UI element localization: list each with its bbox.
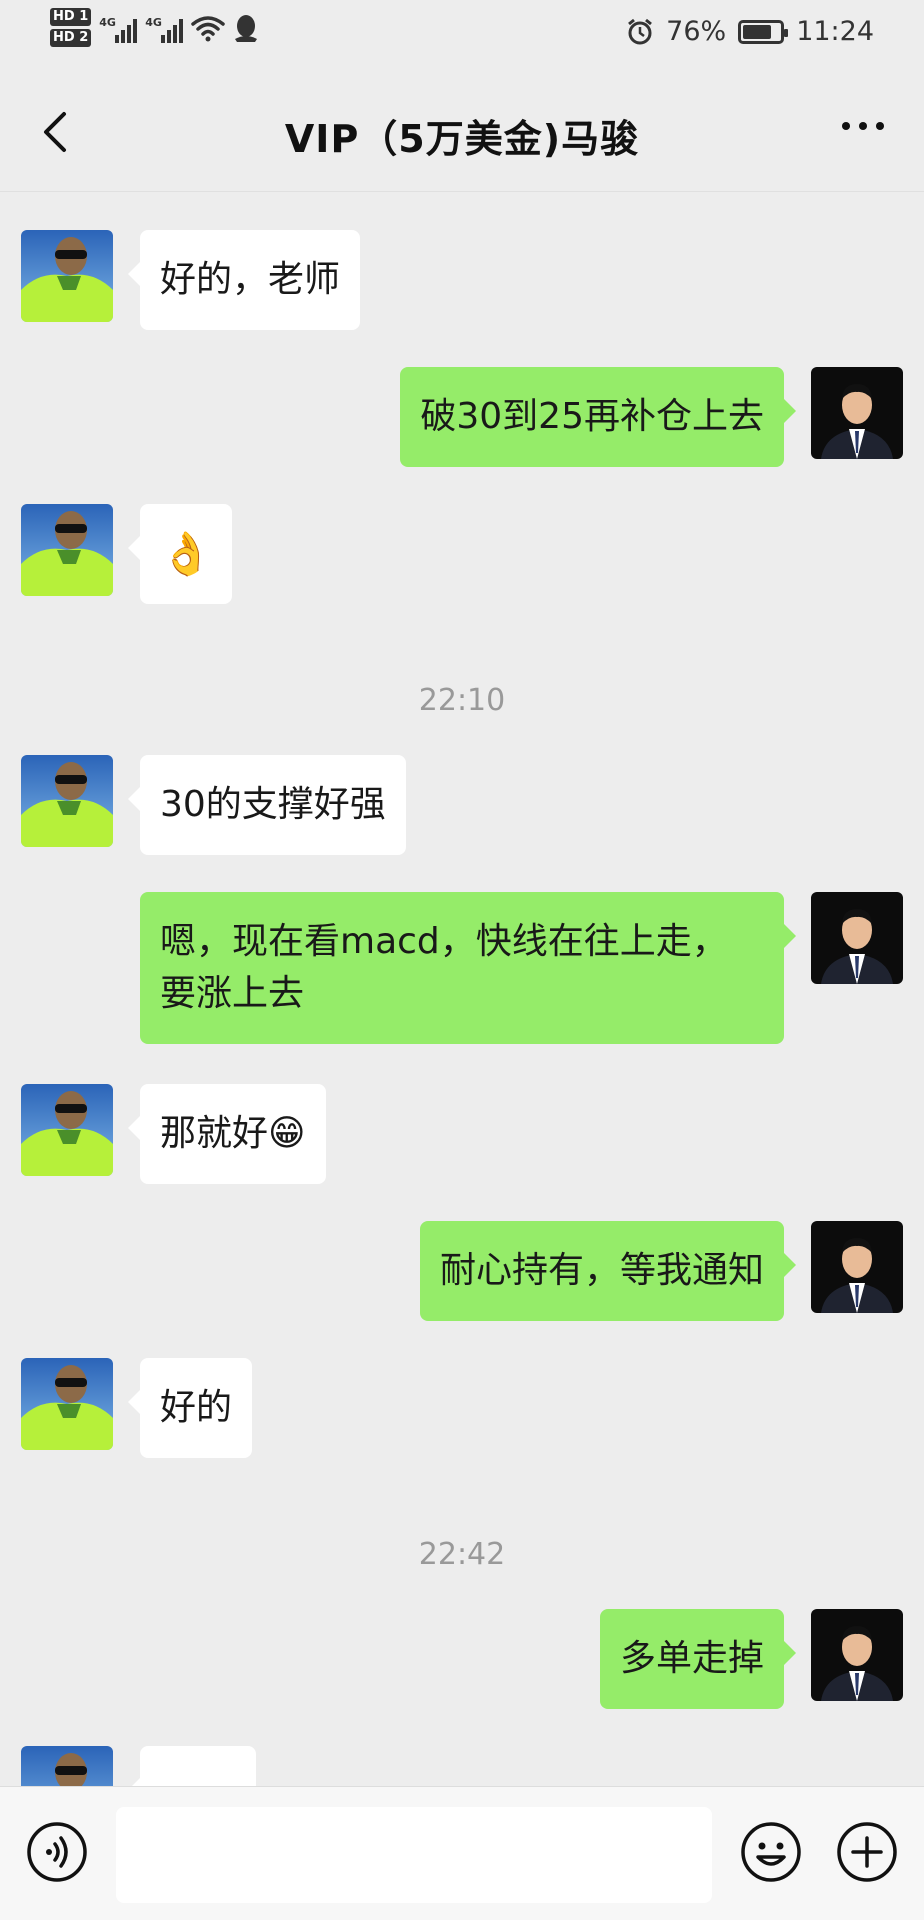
- chat-header: VIP（5万美金)马骏: [0, 70, 924, 192]
- status-left: HD 1 HD 2 4G 4G: [50, 8, 259, 47]
- message-bubble-sent[interactable]: 破30到25再补仓上去: [400, 367, 796, 467]
- message-bubble-received[interactable]: 好的，老师: [127, 230, 361, 330]
- message-bubble-received[interactable]: 好的: [127, 1358, 253, 1458]
- message-bubble-received[interactable]: 那就好😁: [128, 1084, 326, 1184]
- emoji-icon[interactable]: [740, 1821, 802, 1883]
- plus-icon[interactable]: [836, 1821, 898, 1883]
- avatar[interactable]: [21, 1084, 113, 1176]
- alarm-icon: [628, 18, 653, 44]
- qq-icon: [235, 14, 258, 42]
- avatar[interactable]: [21, 504, 113, 596]
- hd2-badge: HD 2: [50, 29, 92, 47]
- timestamp: 22:42: [418, 1537, 506, 1572]
- message-bubble-sent[interactable]: 多单走掉: [599, 1609, 797, 1709]
- message-bubble-sent[interactable]: 耐心持有，等我通知: [419, 1221, 797, 1321]
- avatar[interactable]: [21, 1358, 113, 1450]
- avatar[interactable]: [811, 1609, 903, 1701]
- more-dots-icon[interactable]: [842, 122, 884, 130]
- message-bubble-sent[interactable]: 嗯，现在看macd，快线在往上走， 要涨上去: [140, 892, 796, 1044]
- network-type-label: 4G: [99, 15, 116, 29]
- message-input[interactable]: [116, 1807, 712, 1903]
- signal-icon: 4G: [99, 13, 138, 43]
- clock: 11:24: [796, 16, 874, 47]
- voice-icon[interactable]: [26, 1821, 88, 1883]
- timestamp: 22:10: [418, 683, 506, 718]
- chat-title: VIP（5万美金)马骏: [284, 117, 640, 161]
- message-line: 要涨上去: [160, 973, 305, 1014]
- avatar[interactable]: [811, 1221, 903, 1313]
- input-bar: [0, 1786, 924, 1920]
- message-line: 嗯，现在看macd，快线在往上走，: [160, 921, 728, 962]
- battery-fill: [743, 24, 771, 39]
- avatar[interactable]: [811, 892, 903, 984]
- avatar[interactable]: [811, 367, 903, 459]
- avatar[interactable]: [21, 755, 113, 847]
- signal-icon-2: 4G: [145, 13, 184, 43]
- status-bar: HD 1 HD 2 4G 4G 76% 11:24: [0, 0, 924, 70]
- network-type-label-2: 4G: [145, 15, 162, 29]
- hd1-badge: HD 1: [50, 8, 92, 26]
- battery-icon: [738, 19, 789, 44]
- avatar[interactable]: [21, 230, 113, 322]
- wifi-icon: [191, 15, 225, 41]
- status-right: 76% 11:24: [626, 16, 874, 47]
- message-bubble-received[interactable]: 30的支撑好强: [128, 755, 406, 855]
- message-bubble-received[interactable]: 👌: [127, 504, 233, 604]
- hd-badges: HD 1 HD 2: [50, 8, 92, 47]
- battery-percent: 76%: [666, 16, 727, 47]
